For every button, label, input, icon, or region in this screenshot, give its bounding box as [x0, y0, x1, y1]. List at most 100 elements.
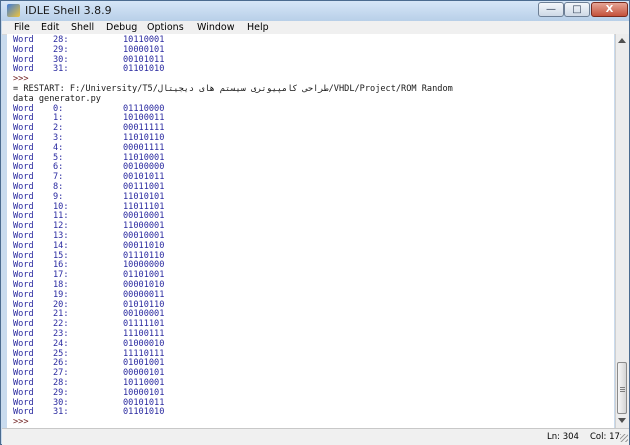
idle-shell-window: IDLE Shell 3.8.9 — □ X File Edit Shell D… — [0, 0, 630, 445]
binary-value: 11010001 — [123, 152, 165, 163]
resize-grip-icon[interactable] — [620, 434, 628, 442]
word-label: Word — [13, 358, 34, 369]
word-label: Word — [13, 280, 34, 290]
binary-value: 01110110 — [123, 250, 165, 261]
menu-shell[interactable]: Shell — [71, 21, 94, 34]
word-label: Word — [13, 319, 34, 330]
shell-text-area[interactable]: Word 28: 10110001 Word 29: 10000101 Word 30: 001… — [7, 34, 614, 428]
menu-file[interactable]: File — [14, 21, 30, 34]
binary-value: 00001010 — [123, 280, 165, 290]
word-label: Word — [13, 44, 34, 55]
binary-value: 00101011 — [123, 54, 165, 65]
word-index: 19: — [53, 289, 69, 300]
word-label: Word — [13, 348, 34, 359]
word-label: Word — [13, 240, 34, 251]
binary-value: 01101010 — [123, 407, 165, 418]
scroll-up-arrow-icon[interactable] — [618, 38, 626, 43]
word-label: Word — [13, 387, 34, 398]
binary-value: 01001001 — [123, 358, 165, 369]
word-index: 6: — [53, 162, 64, 173]
menu-debug[interactable]: Debug — [106, 21, 137, 34]
binary-value: 01000010 — [123, 338, 165, 349]
word-index: 21: — [53, 309, 69, 320]
close-button[interactable]: X — [591, 2, 628, 17]
binary-value: 01010110 — [123, 299, 165, 310]
binary-value: 01110000 — [123, 103, 165, 114]
word-index: 10: — [53, 201, 69, 212]
menu-help[interactable]: Help — [247, 21, 269, 34]
word-index: 17: — [53, 270, 69, 281]
binary-value: 00100001 — [123, 309, 165, 320]
word-label: Word — [13, 201, 34, 212]
word-label: Word — [13, 162, 34, 173]
title-bar[interactable]: IDLE Shell 3.8.9 — □ X — [1, 1, 629, 21]
binary-value: 00000101 — [123, 368, 165, 379]
binary-value: 00101011 — [123, 397, 165, 408]
word-label: Word — [13, 54, 34, 65]
line-number-status: Ln: 304 — [547, 432, 579, 442]
word-index: 16: — [53, 260, 69, 271]
restart-banner-continued: data generator.py — [13, 93, 101, 104]
word-index: 28: — [53, 35, 69, 45]
word-label: Word — [13, 270, 34, 281]
word-label: Word — [13, 329, 34, 339]
binary-value: 00100000 — [123, 162, 165, 173]
word-label: Word — [13, 299, 34, 310]
word-index: 12: — [53, 221, 69, 232]
menu-edit[interactable]: Edit — [41, 21, 59, 34]
word-label: Word — [13, 123, 34, 134]
word-index: 7: — [53, 172, 64, 183]
word-index: 4: — [53, 142, 64, 153]
word-index: 15: — [53, 250, 69, 261]
word-label: Word — [13, 397, 34, 408]
minimize-button[interactable]: — — [538, 2, 564, 17]
word-index: 31: — [53, 64, 69, 75]
word-index: 3: — [53, 133, 64, 143]
word-label: Word — [13, 407, 34, 418]
menu-options[interactable]: Options — [147, 21, 184, 34]
word-index: 0: — [53, 103, 64, 114]
menu-bar: File Edit Shell Debug Options Window Hel… — [2, 21, 629, 35]
binary-value: 11010101 — [123, 191, 165, 202]
word-index: 8: — [53, 182, 64, 192]
word-index: 29: — [53, 387, 69, 398]
menu-window[interactable]: Window — [197, 21, 234, 34]
binary-value: 10100011 — [123, 113, 165, 124]
word-index: 5: — [53, 152, 64, 163]
binary-value: 10000000 — [123, 260, 165, 271]
word-label: Word — [13, 250, 34, 261]
word-label: Word — [13, 142, 34, 153]
word-index: 11: — [53, 211, 69, 222]
word-index: 9: — [53, 191, 64, 202]
shell-prompt: >>> — [13, 74, 29, 85]
binary-value: 00010001 — [123, 231, 165, 241]
window-title: IDLE Shell 3.8.9 — [25, 4, 112, 17]
word-label: Word — [13, 260, 34, 271]
word-index: 20: — [53, 299, 69, 310]
maximize-button[interactable]: □ — [564, 2, 590, 17]
word-index: 26: — [53, 358, 69, 369]
word-label: Word — [13, 172, 34, 183]
word-index: 29: — [53, 44, 69, 55]
binary-value: 01101010 — [123, 64, 165, 75]
vertical-scrollbar[interactable] — [615, 34, 629, 428]
binary-value: 10000101 — [123, 44, 165, 55]
word-index: 22: — [53, 319, 69, 330]
word-index: 1: — [53, 113, 64, 124]
word-label: Word — [13, 231, 34, 241]
binary-value: 00111001 — [123, 182, 165, 192]
word-label: Word — [13, 338, 34, 349]
binary-value: 10110001 — [123, 378, 165, 388]
word-label: Word — [13, 35, 34, 45]
restart-banner: = RESTART: F:/University/T5/طراحی کامپیو… — [13, 84, 453, 94]
scroll-down-arrow-icon[interactable] — [618, 418, 626, 423]
word-index: 23: — [53, 329, 69, 339]
word-index: 18: — [53, 280, 69, 290]
word-label: Word — [13, 182, 34, 192]
scrollbar-thumb[interactable] — [617, 362, 627, 414]
binary-value: 00001111 — [123, 142, 165, 153]
word-label: Word — [13, 113, 34, 124]
word-index: 27: — [53, 368, 69, 379]
word-index: 2: — [53, 123, 64, 134]
word-index: 30: — [53, 397, 69, 408]
